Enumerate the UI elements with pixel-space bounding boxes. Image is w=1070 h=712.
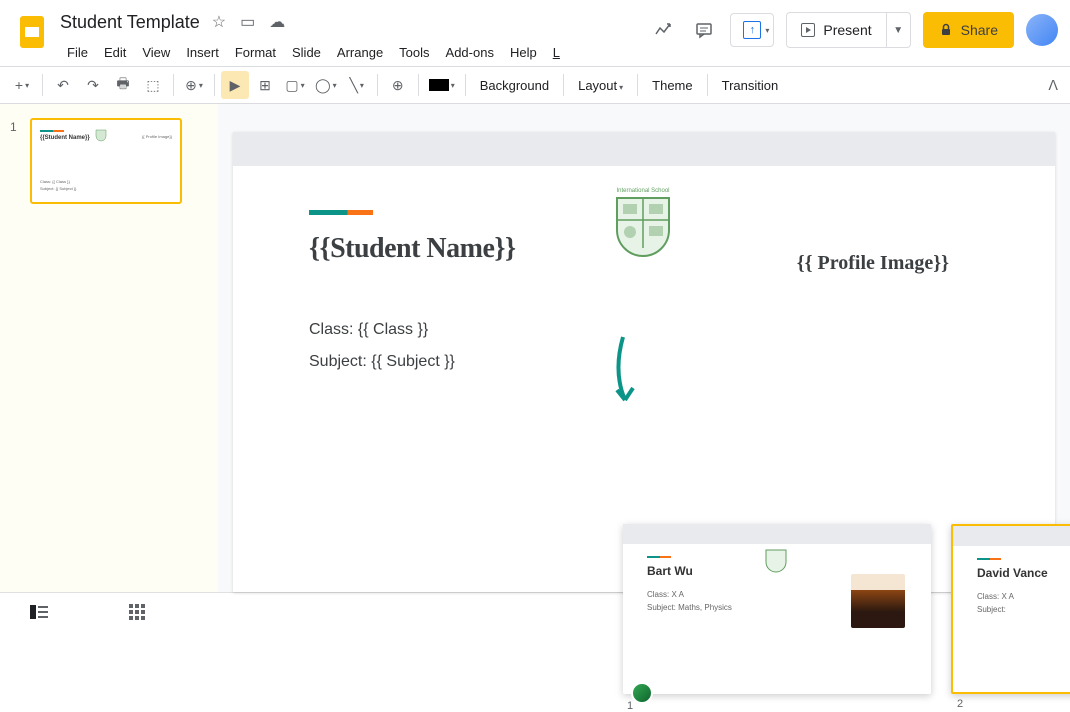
slide-panel: 1 {{Student Name}} {{ Profile Image}} Cl… xyxy=(0,104,218,592)
menu-format[interactable]: Format xyxy=(228,41,283,64)
card-subject: Subject: xyxy=(977,605,1070,614)
upload-button[interactable]: ↑ xyxy=(730,13,774,47)
arrow-annotation xyxy=(603,332,643,412)
comments-icon[interactable] xyxy=(690,16,718,44)
select-tool[interactable]: ▶ xyxy=(221,71,249,99)
menu-help[interactable]: Help xyxy=(503,41,544,64)
svg-text:International School: International School xyxy=(616,188,669,194)
undo-button[interactable]: ↶ xyxy=(49,71,77,99)
app-header: Student Template ☆ ▭ ☁ File Edit View In… xyxy=(0,0,1070,66)
transition-button[interactable]: Transition xyxy=(714,78,787,93)
slides-logo[interactable] xyxy=(12,12,52,52)
lock-icon xyxy=(939,23,953,37)
comment-tool[interactable]: ⊕ xyxy=(384,71,412,99)
menu-file[interactable]: File xyxy=(60,41,95,64)
school-crest[interactable]: International School xyxy=(603,180,683,275)
slide-number: 1 xyxy=(10,118,30,578)
background-button[interactable]: Background xyxy=(472,78,557,93)
main-area: 1 {{Student Name}} {{ Profile Image}} Cl… xyxy=(0,104,1070,592)
result-card-1[interactable]: Bart Wu Class: X A Subject: Maths, Physi… xyxy=(623,524,931,694)
card-number: 1 xyxy=(627,700,633,712)
shape-tool[interactable]: ◯▾ xyxy=(311,71,341,99)
menu-insert[interactable]: Insert xyxy=(179,41,226,64)
activity-icon[interactable] xyxy=(650,16,678,44)
menu-view[interactable]: View xyxy=(135,41,177,64)
slide-header-bar xyxy=(233,132,1055,166)
menu-tools[interactable]: Tools xyxy=(392,41,436,64)
class-placeholder[interactable]: Class: {{ Class }} xyxy=(309,321,979,339)
layout-label: Layout xyxy=(578,78,617,93)
share-button[interactable]: Share xyxy=(923,12,1014,48)
menu-arrange[interactable]: Arrange xyxy=(330,41,390,64)
print-button[interactable]: 🖶 xyxy=(109,71,137,99)
menu-addons[interactable]: Add-ons xyxy=(439,41,501,64)
textbox-tool[interactable]: ⊞ xyxy=(251,71,279,99)
new-slide-button[interactable]: +▾ xyxy=(8,71,36,99)
fill-color-tool[interactable]: ▾ xyxy=(425,71,459,99)
cloud-icon[interactable]: ☁ xyxy=(269,12,285,32)
subject-placeholder[interactable]: Subject: {{ Subject }} xyxy=(309,353,979,371)
profile-image-placeholder[interactable]: {{ Profile Image}} xyxy=(797,252,949,275)
collapse-toolbar-icon[interactable]: ᐱ xyxy=(1048,77,1058,94)
thumb-details: Class: {{ Class }}Subject: {{ Subject }} xyxy=(40,179,76,192)
redo-button[interactable]: ↷ xyxy=(79,71,107,99)
image-tool[interactable]: ▢▾ xyxy=(281,71,309,99)
layout-button[interactable]: Layout▾ xyxy=(570,78,631,93)
card-name: David Vance xyxy=(977,566,1070,580)
present-dropdown[interactable]: ▼ xyxy=(886,13,910,47)
move-icon[interactable]: ▭ xyxy=(240,12,255,32)
menu-slide[interactable]: Slide xyxy=(285,41,328,64)
theme-button[interactable]: Theme xyxy=(644,78,700,93)
zoom-button[interactable]: ⊕▾ xyxy=(180,71,208,99)
grid-view-icon[interactable] xyxy=(128,603,146,621)
card-crest xyxy=(763,546,789,579)
line-tool[interactable]: ╲▾ xyxy=(343,71,371,99)
title-area: Student Template ☆ ▭ ☁ File Edit View In… xyxy=(52,8,650,66)
share-label: Share xyxy=(961,22,998,38)
thumb-profile: {{ Profile Image}} xyxy=(142,134,172,139)
collaborator-avatar[interactable] xyxy=(631,682,653,704)
menu-edit[interactable]: Edit xyxy=(97,41,133,64)
play-icon xyxy=(801,23,815,37)
accent-bar xyxy=(309,210,373,215)
result-card-2[interactable]: David Vance Class: X A Subject: 2 xyxy=(951,524,1070,694)
result-previews: Bart Wu Class: X A Subject: Maths, Physi… xyxy=(623,524,1070,694)
card-number: 2 xyxy=(957,698,963,710)
menu-bar: File Edit View Insert Format Slide Arran… xyxy=(60,38,650,66)
menu-last-edit[interactable]: L xyxy=(546,41,567,64)
star-icon[interactable]: ☆ xyxy=(212,12,226,32)
slide[interactable]: {{Student Name}} Class: {{ Class }} Subj… xyxy=(233,132,1055,592)
toolbar: +▾ ↶ ↷ 🖶 ⬚ ⊕▾ ▶ ⊞ ▢▾ ◯▾ ╲▾ ⊕ ▾ Backgroun… xyxy=(0,66,1070,104)
paint-format-button[interactable]: ⬚ xyxy=(139,71,167,99)
document-title[interactable]: Student Template xyxy=(60,12,200,33)
card-class: Class: X A xyxy=(977,592,1070,601)
header-actions: ↑ Present ▼ Share xyxy=(650,8,1058,48)
present-label: Present xyxy=(823,22,871,38)
slide-canvas[interactable]: {{Student Name}} Class: {{ Class }} Subj… xyxy=(218,104,1070,592)
slide-thumbnail[interactable]: {{Student Name}} {{ Profile Image}} Clas… xyxy=(30,118,182,204)
card-photo xyxy=(851,574,905,628)
account-avatar[interactable] xyxy=(1026,14,1058,46)
filmstrip-view-icon[interactable] xyxy=(30,603,48,621)
present-button[interactable]: Present ▼ xyxy=(786,12,910,48)
